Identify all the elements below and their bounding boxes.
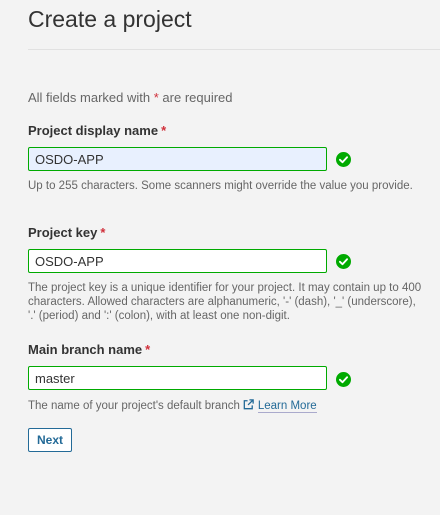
project-key-help: The project key is a unique identifier f… [28, 282, 422, 322]
project-key-label: Project key * [28, 225, 105, 240]
external-link-icon [243, 399, 254, 410]
required-note-suffix: are required [162, 90, 233, 105]
required-star: * [145, 342, 151, 357]
required-note-star: * [153, 90, 159, 105]
check-circle-icon [336, 254, 351, 269]
learn-more-link[interactable]: Learn More [257, 400, 317, 413]
required-fields-note: All fields marked with * are required [28, 90, 233, 105]
main-branch-help-text: The name of your project's default branc… [28, 400, 240, 412]
main-branch-name-label: Main branch name * [28, 342, 150, 357]
required-star: * [161, 123, 167, 138]
project-display-name-label: Project display name * [28, 123, 166, 138]
project-display-name-label-text: Project display name [28, 123, 159, 138]
next-button[interactable]: Next [28, 428, 72, 452]
project-key-input[interactable] [28, 249, 327, 273]
project-display-name-input[interactable] [28, 147, 327, 171]
project-key-label-text: Project key [28, 225, 98, 240]
project-display-name-help: Up to 255 characters. Some scanners migh… [28, 180, 413, 192]
page-title: Create a project [28, 6, 192, 32]
required-star: * [100, 225, 106, 240]
check-circle-icon [336, 152, 351, 167]
main-branch-name-help: The name of your project's default branc… [28, 398, 426, 413]
required-note-prefix: All fields marked with [28, 90, 151, 105]
main-branch-name-input[interactable] [28, 366, 327, 390]
header-divider [28, 49, 440, 50]
check-circle-icon [336, 372, 351, 387]
main-branch-name-label-text: Main branch name [28, 342, 143, 357]
